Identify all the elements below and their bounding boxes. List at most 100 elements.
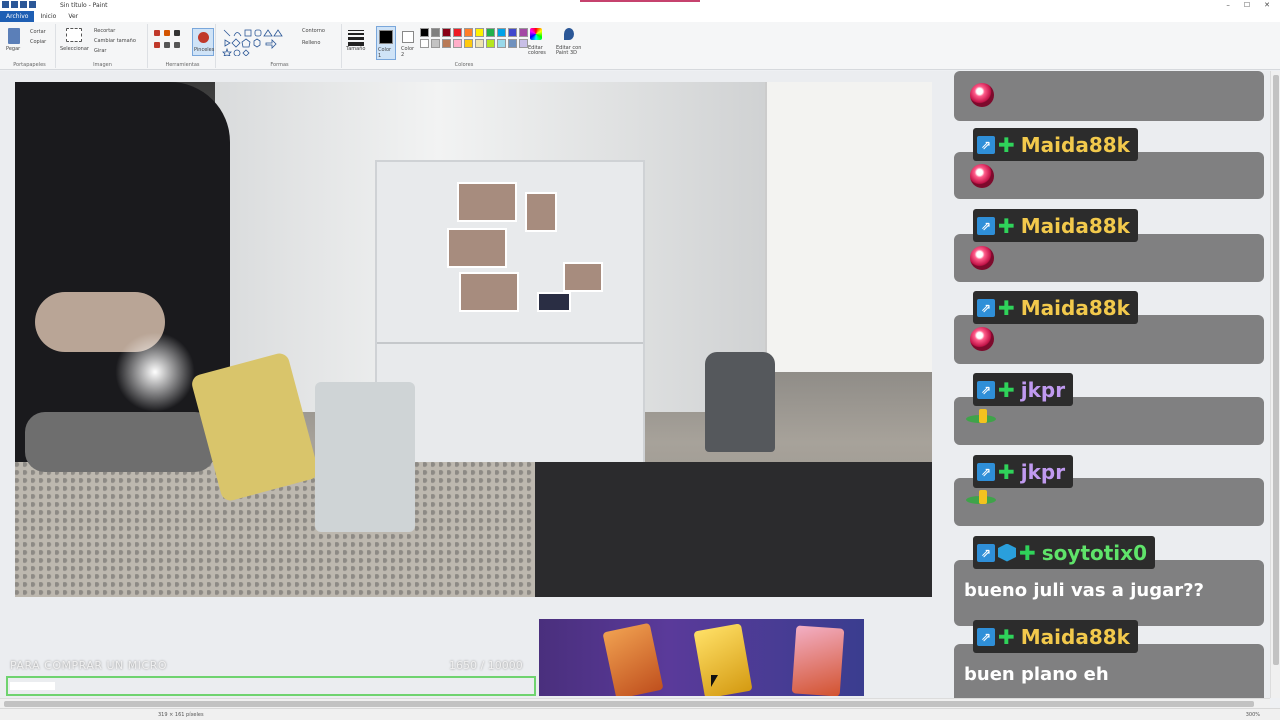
rotate-label[interactable]: Girar [94, 48, 106, 54]
tab-home[interactable]: Inicio [34, 11, 62, 22]
palette-swatch[interactable] [519, 39, 528, 48]
fridge-photo [537, 292, 571, 312]
color1-button[interactable]: Color 1 [376, 26, 396, 60]
prime-icon: ⇗ [977, 380, 995, 399]
palette-swatch[interactable] [453, 39, 462, 48]
undo-icon[interactable] [20, 1, 27, 8]
prime-icon: ⇗ [977, 627, 995, 646]
save-icon[interactable] [11, 1, 18, 8]
paste-icon[interactable] [8, 28, 20, 44]
color2-button[interactable]: Color 2 [400, 26, 418, 60]
plant-emote-icon [966, 490, 996, 510]
card-image [693, 623, 753, 696]
palette-swatch[interactable] [508, 39, 517, 48]
brushes-label: Pinceles [194, 47, 215, 53]
chat-username[interactable]: Maida88k [1021, 625, 1130, 649]
maximize-button[interactable]: ☐ [1244, 1, 1250, 9]
palette-swatch[interactable] [486, 39, 495, 48]
chat-username[interactable]: jkpr [1021, 378, 1065, 402]
plus-icon: ✚ [998, 295, 1015, 320]
palette-swatch[interactable] [486, 28, 495, 37]
window-title: Sin título - Paint [60, 2, 108, 9]
size-icon[interactable] [348, 28, 364, 46]
chat-username-tag[interactable]: ⇗ ✚ Maida88k [973, 209, 1138, 242]
outline-label[interactable]: Contorno [302, 28, 325, 34]
size-label[interactable]: Tamaño [346, 46, 365, 52]
chat-username[interactable]: Maida88k [1021, 296, 1130, 320]
fridge-photo [447, 228, 507, 268]
palette-swatch[interactable] [420, 28, 429, 37]
chat-username[interactable]: Maida88k [1021, 133, 1130, 157]
chat-username[interactable]: soytotix0 [1042, 541, 1147, 565]
shapes-gallery[interactable] [222, 28, 294, 56]
crop-label[interactable]: Recortar [94, 28, 115, 34]
fill-icon[interactable] [164, 30, 170, 36]
copy-label[interactable]: Copiar [30, 39, 46, 45]
image-group-label: Imagen [93, 62, 112, 68]
tab-file[interactable]: Archivo [0, 11, 35, 22]
color-palette[interactable] [420, 28, 528, 48]
redo-icon[interactable] [29, 1, 36, 8]
brushes-button[interactable]: Pinceles [192, 28, 214, 56]
pencil-icon[interactable] [154, 30, 160, 36]
palette-swatch[interactable] [442, 39, 451, 48]
promo-banner[interactable] [539, 619, 864, 696]
chat-username-tag[interactable]: ⇗ ✚ Maida88k [973, 291, 1138, 324]
magnifier-icon[interactable] [174, 42, 180, 48]
select-label[interactable]: Seleccionar [60, 46, 89, 52]
resize-label[interactable]: Cambiar tamaño [94, 38, 136, 44]
quick-access-toolbar[interactable] [2, 1, 36, 8]
zoom-level[interactable]: 300% [1246, 712, 1260, 718]
chat-username-tag[interactable]: ⇗ ✚ jkpr [973, 455, 1074, 488]
chat-username-tag[interactable]: ⇗ ✚ Maida88k [973, 620, 1138, 653]
scroll-thumb[interactable] [4, 701, 1254, 707]
palette-swatch[interactable] [497, 39, 506, 48]
sink [25, 412, 215, 472]
minimize-button[interactable]: – [1226, 1, 1230, 9]
paint3d-label[interactable]: Editar con Paint 3D [556, 46, 584, 56]
paint-icon [2, 1, 9, 8]
palette-swatch[interactable] [519, 28, 528, 37]
goal-label: PARA COMPRAR UN MICRO [10, 659, 167, 672]
chat-username-tag[interactable]: ⇗ ✚ jkpr [973, 373, 1074, 406]
chat-username-tag[interactable]: ⇗ ✚ Maida88k [973, 128, 1138, 161]
palette-swatch[interactable] [453, 28, 462, 37]
chat-bubble [954, 71, 1264, 121]
tab-view[interactable]: Ver [62, 11, 84, 22]
palette-swatch[interactable] [431, 39, 440, 48]
vertical-scrollbar[interactable] [1270, 71, 1280, 698]
picker-icon[interactable] [164, 42, 170, 48]
select-icon[interactable] [66, 28, 82, 42]
webcam-feed [15, 82, 932, 597]
close-button[interactable]: ✕ [1264, 1, 1270, 9]
palette-swatch[interactable] [431, 28, 440, 37]
chat-username[interactable]: Maida88k [1021, 214, 1130, 238]
edit-colors-icon[interactable] [530, 28, 542, 40]
fridge-photo [525, 192, 557, 232]
chat-username[interactable]: jkpr [1021, 460, 1065, 484]
soap-dispenser [315, 382, 415, 532]
palette-swatch[interactable] [464, 28, 473, 37]
fill-label[interactable]: Relleno [302, 40, 320, 46]
prime-icon: ⇗ [977, 543, 995, 562]
chat-username-tag[interactable]: ⇗ ✚ soytotix0 [973, 536, 1155, 569]
heart-emote-icon [970, 164, 994, 188]
scroll-thumb[interactable] [1273, 75, 1279, 665]
eraser-icon[interactable] [154, 42, 160, 48]
image-dimensions: 319 × 161 píxeles [158, 712, 204, 718]
edit-colors-label[interactable]: Editar colores [528, 46, 552, 56]
palette-swatch[interactable] [508, 28, 517, 37]
chat-message-text: bueno juli vas a jugar?? [964, 580, 1204, 601]
horizontal-scrollbar[interactable] [0, 698, 1270, 708]
palette-swatch[interactable] [464, 39, 473, 48]
paint3d-icon[interactable] [564, 28, 574, 40]
text-icon[interactable] [174, 30, 180, 36]
image-group: Seleccionar Recortar Cambiar tamaño Gira… [58, 24, 148, 68]
palette-swatch[interactable] [475, 28, 484, 37]
cut-label[interactable]: Cortar [30, 29, 46, 35]
palette-swatch[interactable] [420, 39, 429, 48]
palette-swatch[interactable] [497, 28, 506, 37]
palette-swatch[interactable] [475, 39, 484, 48]
palette-swatch[interactable] [442, 28, 451, 37]
paste-label[interactable]: Pegar [6, 46, 20, 52]
